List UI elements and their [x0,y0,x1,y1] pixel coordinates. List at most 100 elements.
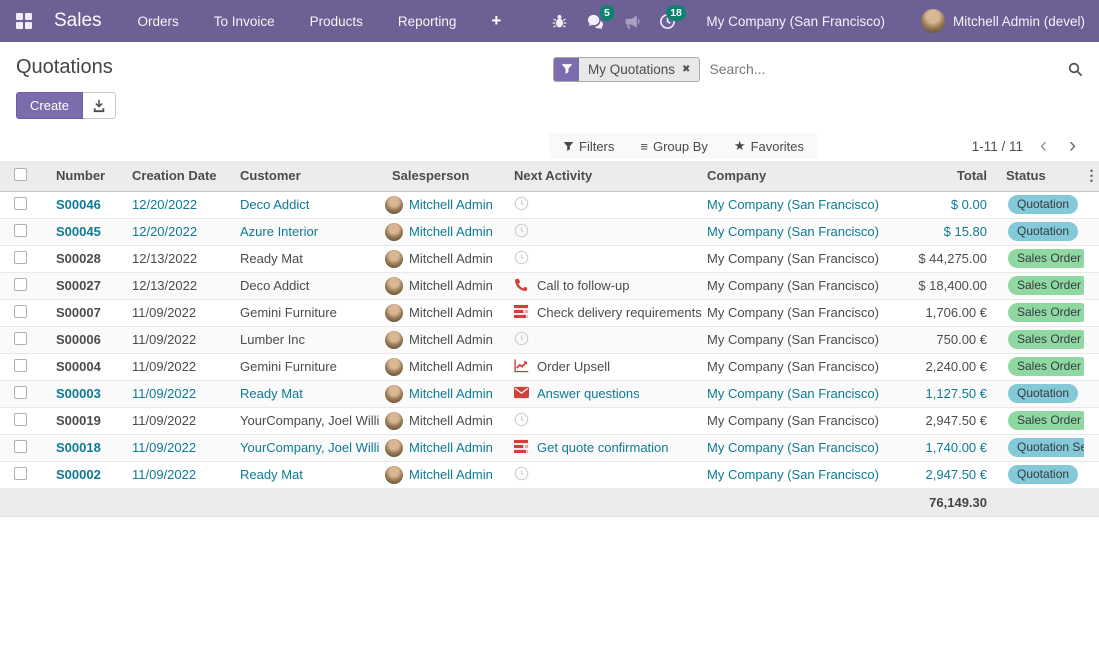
cell-company: My Company (San Francisco) [702,434,902,461]
salesperson-avatar [385,223,403,241]
pager-previous-icon[interactable]: ‹ [1035,138,1052,154]
table-row[interactable]: S00006 11/09/2022 Lumber Inc Mitchell Ad… [0,326,1099,353]
row-checkbox[interactable] [14,197,27,210]
header-customer[interactable]: Customer [228,161,380,191]
cell-total: 1,740.00 € [902,434,994,461]
row-checkbox[interactable] [14,386,27,399]
clock-icon[interactable] [514,196,529,214]
row-checkbox[interactable] [14,251,27,264]
status-badge: Quotation Sent [1008,438,1084,457]
row-checkbox[interactable] [14,413,27,426]
menu-products[interactable]: Products [310,14,363,29]
row-checkbox[interactable] [14,440,27,453]
cell-company: My Company (San Francisco) [702,299,902,326]
menu-to-invoice[interactable]: To Invoice [214,14,275,29]
facet-remove-icon[interactable]: ✖ [682,64,690,75]
status-badge: Sales Order [1008,411,1084,430]
header-number[interactable]: Number [44,161,120,191]
table-row[interactable]: S00007 11/09/2022 Gemini Furniture Mitch… [0,299,1099,326]
clock-icon[interactable] [514,412,529,430]
header-status[interactable]: Status [994,161,1084,191]
row-checkbox[interactable] [14,278,27,291]
row-checkbox[interactable] [14,224,27,237]
table-row[interactable]: S00018 11/09/2022 YourCompany, Joel Will… [0,434,1099,461]
table-row[interactable]: S00004 11/09/2022 Gemini Furniture Mitch… [0,353,1099,380]
cell-salesperson: Mitchell Admin [409,224,493,239]
clock-icon[interactable] [514,250,529,268]
cell-total: 2,947.50 € [902,407,994,434]
group-by-button[interactable]: ≡ Group By [640,139,708,154]
cell-number: S00007 [44,299,120,326]
table-row[interactable]: S00045 12/20/2022 Azure Interior Mitchel… [0,218,1099,245]
pager: 1-11 / 11 ‹ › [972,138,1081,154]
envelope-icon[interactable] [514,385,529,403]
cell-salesperson: Mitchell Admin [409,305,493,320]
user-avatar[interactable] [921,9,945,33]
tasks-icon[interactable] [514,304,529,322]
search-icon[interactable] [1068,62,1083,77]
table-row[interactable]: S00003 11/09/2022 Ready Mat Mitchell Adm… [0,380,1099,407]
cell-company: My Company (San Francisco) [702,461,902,488]
app-brand[interactable]: Sales [54,10,102,32]
row-checkbox[interactable] [14,332,27,345]
search-input[interactable]: Search... [709,61,1068,77]
table-row[interactable]: S00027 12/13/2022 Deco Addict Mitchell A… [0,272,1099,299]
table-row[interactable]: S00002 11/09/2022 Ready Mat Mitchell Adm… [0,461,1099,488]
cell-creation-date: 11/09/2022 [120,461,228,488]
row-checkbox[interactable] [14,467,27,480]
cell-customer: Deco Addict [228,272,380,299]
phone-icon[interactable] [514,277,529,295]
bug-icon[interactable] [548,10,570,32]
header-total[interactable]: Total [902,161,994,191]
cell-salesperson: Mitchell Admin [409,359,493,374]
cell-total: $ 44,275.00 [902,245,994,272]
announcement-icon[interactable] [620,10,642,32]
filters-button[interactable]: Filters [563,139,614,154]
favorites-button[interactable]: ★ Favorites [734,138,804,154]
cell-company: My Company (San Francisco) [702,191,902,218]
export-button[interactable] [83,92,116,119]
cell-number: S00028 [44,245,120,272]
header-salesperson[interactable]: Salesperson [380,161,502,191]
cell-total: 2,947.50 € [902,461,994,488]
status-badge: Quotation [1008,222,1078,241]
row-checkbox[interactable] [14,305,27,318]
salesperson-avatar [385,277,403,295]
cell-customer: YourCompany, Joel Willis [228,434,380,461]
user-menu[interactable]: Mitchell Admin (devel) [953,14,1085,29]
menu-orders[interactable]: Orders [138,14,179,29]
table-row[interactable]: S00019 11/09/2022 YourCompany, Joel Will… [0,407,1099,434]
messages-badge: 5 [600,5,615,21]
row-checkbox[interactable] [14,359,27,372]
pager-next-icon[interactable]: › [1064,138,1081,154]
status-badge: Sales Order [1008,276,1084,295]
status-badge: Sales Order [1008,330,1084,349]
messages-icon[interactable]: 5 [584,10,606,32]
table-row[interactable]: S00046 12/20/2022 Deco Addict Mitchell A… [0,191,1099,218]
header-next-activity[interactable]: Next Activity [502,161,702,191]
create-button[interactable]: Create [16,92,83,119]
activities-icon[interactable]: 18 [656,10,678,32]
apps-menu-icon[interactable] [16,13,32,29]
cell-customer: Ready Mat [228,245,380,272]
table-row[interactable]: S00028 12/13/2022 Ready Mat Mitchell Adm… [0,245,1099,272]
chart-icon[interactable] [514,358,529,376]
download-icon [92,99,106,113]
optional-columns-icon[interactable]: ⋮ [1084,161,1099,191]
cell-customer: Azure Interior [228,218,380,245]
add-menu-icon[interactable]: + [491,11,501,31]
cell-salesperson: Mitchell Admin [409,440,493,455]
clock-icon[interactable] [514,331,529,349]
company-switcher[interactable]: My Company (San Francisco) [706,14,885,29]
cell-creation-date: 12/13/2022 [120,245,228,272]
tasks-icon[interactable] [514,439,529,457]
clock-icon[interactable] [514,466,529,484]
select-all-checkbox[interactable] [14,168,27,181]
cell-total: 1,706.00 € [902,299,994,326]
header-company[interactable]: Company [702,161,902,191]
clock-icon[interactable] [514,223,529,241]
search-bar: My Quotations ✖ Search... [553,55,1083,83]
menu-reporting[interactable]: Reporting [398,14,457,29]
header-creation-date[interactable]: Creation Date [120,161,228,191]
pager-range: 1-11 / 11 [972,139,1023,154]
